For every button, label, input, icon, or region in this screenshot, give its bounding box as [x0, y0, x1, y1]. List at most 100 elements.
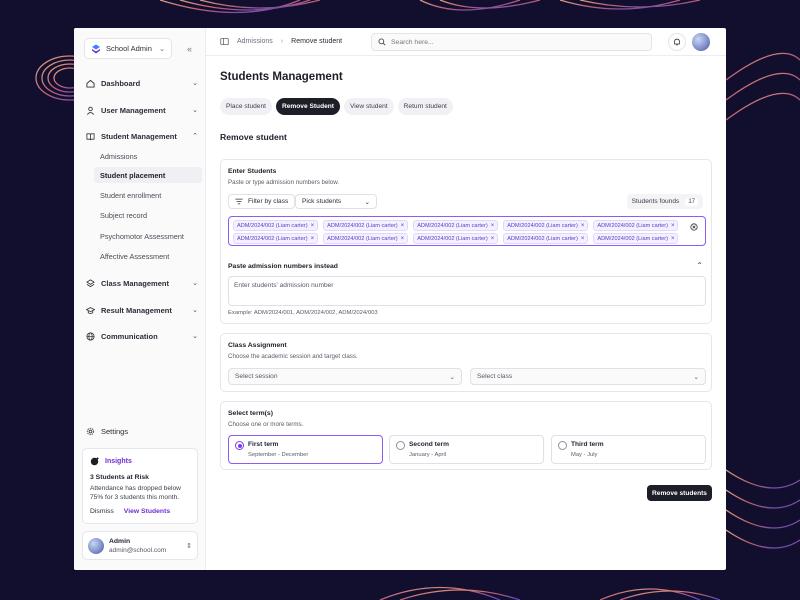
card-subtitle: Choose one or more terms.	[228, 421, 304, 428]
search-input[interactable]	[391, 38, 645, 46]
chevron-down-icon: ⌄	[364, 198, 370, 206]
term-dates: May - July	[571, 452, 598, 458]
chevron-down-icon: ⌄	[192, 307, 198, 314]
remove-chip-icon[interactable]: ×	[401, 236, 405, 242]
nav-label: Settings	[101, 426, 129, 436]
filter-by-class-button[interactable]: Filter by class	[228, 194, 296, 209]
admission-numbers-textarea[interactable]	[228, 276, 706, 306]
student-chip: ADM/2024/002 (Liam carter) ×	[233, 233, 319, 244]
student-chip: ADM/2024/002 (Liam carter) ×	[413, 220, 499, 231]
remove-chip-icon[interactable]: ×	[491, 223, 495, 229]
tab-remove-student[interactable]: Remove Student	[275, 98, 340, 115]
tab-bar: Place student Remove Student View studen…	[220, 98, 453, 115]
example-hint: Example: ADM/2024/001, ADM/2024/002, ADM…	[228, 310, 378, 316]
sidebar-item-student-placement[interactable]: Student placement	[94, 167, 202, 183]
remove-chip-icon[interactable]: ×	[581, 236, 585, 242]
sidebar-item-affective-assessment[interactable]: Affective Assessment	[94, 248, 202, 264]
remove-chip-icon[interactable]: ×	[311, 223, 315, 229]
insights-title: 3 Students at Risk	[90, 474, 149, 481]
pick-students-select[interactable]: Pick students ⌄	[295, 194, 377, 209]
nav-label: Result Management	[101, 305, 172, 315]
app-window: School Admin ⌄ « Dashboard ⌄ User Manage…	[74, 28, 726, 570]
session-select[interactable]: Select session ⌄	[228, 368, 462, 385]
term-option-second[interactable]: Second term January - April	[389, 435, 544, 464]
graduation-cap-icon	[86, 306, 95, 314]
nav-label: Dashboard	[101, 78, 141, 88]
students-found-label: Students founds	[631, 198, 680, 205]
student-chip: ADM/2024/002 (Liam carter) ×	[503, 233, 589, 244]
term-name: First term	[248, 441, 279, 448]
nav-dashboard[interactable]: Dashboard ⌄	[86, 76, 198, 90]
remove-chip-icon[interactable]: ×	[491, 236, 495, 242]
nav-result-management[interactable]: Result Management ⌄	[86, 303, 198, 317]
sub-item-label: Admissions	[100, 151, 138, 161]
term-option-first[interactable]: First term September - December	[228, 435, 383, 464]
dismiss-link[interactable]: Dismiss	[90, 508, 114, 515]
sidebar-item-student-enrollment[interactable]: Student enrollment	[94, 187, 202, 203]
avatar	[88, 537, 104, 554]
student-chip: ADM/2024/002 (Liam carter) ×	[233, 220, 319, 231]
radio-button[interactable]	[235, 441, 244, 450]
remove-chip-icon[interactable]: ×	[581, 223, 585, 229]
clear-all-icon[interactable]	[690, 223, 698, 231]
tab-place-student[interactable]: Place student	[220, 98, 272, 115]
radio-button[interactable]	[558, 441, 567, 450]
sidebar-item-subject-record[interactable]: Subject record	[94, 207, 202, 223]
term-option-third[interactable]: Third term May - July	[551, 435, 706, 464]
nav-class-management[interactable]: Class Management ⌄	[86, 276, 198, 290]
nav-communication[interactable]: Communication ⌄	[86, 329, 198, 343]
nav-label: Class Management	[101, 278, 169, 288]
book-open-icon	[86, 132, 95, 140]
tab-return-student[interactable]: Return student	[397, 98, 453, 115]
gear-icon	[86, 427, 95, 435]
chevron-up-icon: ⌃	[192, 133, 198, 140]
class-select[interactable]: Select class ⌄	[470, 368, 706, 385]
profile-avatar[interactable]	[692, 33, 710, 51]
student-chip-label: ADM/2024/002 (Liam carter)	[417, 235, 488, 242]
user-menu[interactable]: Admin admin@school.com ⇕	[82, 531, 198, 560]
nav-student-management[interactable]: Student Management ⌃	[86, 129, 198, 143]
sub-item-label: Psychomotor Assessment	[100, 231, 184, 241]
chevron-down-icon: ⌄	[192, 333, 198, 340]
user-icon	[86, 106, 95, 115]
term-name: Second term	[409, 441, 449, 448]
page-title: Students Management	[220, 71, 343, 83]
students-found-badge: Students founds 17	[626, 194, 703, 209]
breadcrumb-admissions[interactable]: Admissions	[237, 38, 273, 45]
student-chip: ADM/2024/002 (Liam carter) ×	[593, 220, 679, 231]
student-chip: ADM/2024/002 (Liam carter) ×	[503, 220, 589, 231]
remove-students-button[interactable]: Remove students	[647, 485, 712, 501]
sidebar-item-admissions[interactable]: Admissions	[94, 148, 202, 164]
student-chip-label: ADM/2024/002 (Liam carter)	[237, 235, 308, 242]
chevron-up-icon[interactable]: ⌃	[696, 261, 703, 270]
collapse-sidebar-icon[interactable]: «	[187, 44, 192, 54]
filter-icon	[235, 198, 243, 205]
remove-chip-icon[interactable]: ×	[311, 236, 315, 242]
sidebar-item-psychomotor-assessment[interactable]: Psychomotor Assessment	[94, 228, 202, 244]
student-chip-label: ADM/2024/002 (Liam carter)	[597, 235, 668, 242]
user-name: Admin	[109, 537, 131, 545]
nav-user-management[interactable]: User Management ⌄	[86, 103, 198, 117]
student-chip-label: ADM/2024/002 (Liam carter)	[237, 222, 308, 229]
remove-chip-icon[interactable]: ×	[671, 223, 675, 229]
globe-icon	[86, 331, 95, 341]
insights-header: Insights	[90, 456, 190, 466]
selected-students-field[interactable]: ADM/2024/002 (Liam carter) × ADM/2024/002 …	[228, 216, 706, 246]
view-students-link[interactable]: View Students	[124, 508, 170, 515]
nav-settings[interactable]: Settings	[86, 424, 198, 438]
remove-chip-icon[interactable]: ×	[671, 236, 675, 242]
term-dates: September - December	[248, 452, 309, 458]
workspace-switcher[interactable]: School Admin ⌄	[84, 38, 172, 59]
notifications-button[interactable]	[668, 33, 686, 51]
radio-button[interactable]	[396, 441, 405, 450]
remove-chip-icon[interactable]: ×	[401, 223, 405, 229]
section-title: Remove student	[220, 132, 287, 142]
student-chip-label: ADM/2024/002 (Liam carter)	[417, 222, 488, 229]
tab-view-student[interactable]: View student	[344, 98, 394, 115]
term-name: Third term	[571, 441, 604, 448]
sidebar-toggle-icon[interactable]	[220, 37, 229, 46]
card-title: Select term(s)	[228, 410, 273, 417]
paste-section-title[interactable]: Paste admission numbers instead	[228, 263, 338, 270]
insights-body: Attendance has dropped below 75% for 3 s…	[90, 485, 181, 501]
student-chip: ADM/2024/002 (Liam carter) ×	[413, 233, 499, 244]
